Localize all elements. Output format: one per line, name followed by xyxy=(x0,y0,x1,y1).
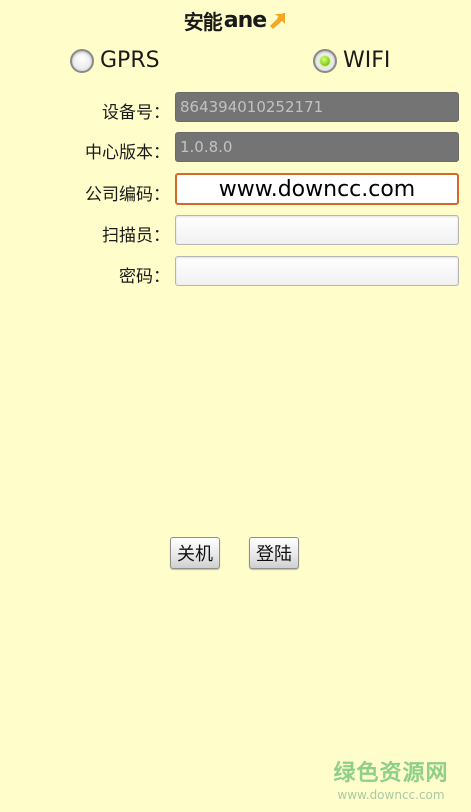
login-button[interactable]: 登陆 xyxy=(249,537,299,569)
scanner-row: 扫描员： xyxy=(0,215,471,247)
device-number-label: 设备号： xyxy=(102,103,170,123)
network-mode-group: GPRS WIFI xyxy=(0,48,471,80)
watermark: 绿色资源网 www.downcc.com xyxy=(331,755,451,802)
company-code-row: 公司编码： www.downcc.com xyxy=(0,173,471,206)
watermark-title: 绿色资源网 xyxy=(333,761,449,786)
radio-gprs-label: GPRS xyxy=(100,48,160,73)
password-input[interactable] xyxy=(175,256,459,286)
radio-wifi-label: WIFI xyxy=(343,48,391,73)
watermark-url: www.downcc.com xyxy=(337,788,445,802)
logo-text-cn: 安能 xyxy=(183,10,223,34)
scanner-label: 扫描员： xyxy=(102,226,170,246)
radio-unchecked-icon xyxy=(70,48,94,73)
center-version-label: 中心版本： xyxy=(85,143,170,163)
scanner-input[interactable] xyxy=(175,215,459,245)
radio-dot xyxy=(320,55,330,66)
device-number-row: 设备号： 864394010252171 xyxy=(0,92,471,124)
logo-text-en: ane xyxy=(223,7,267,33)
device-number-field: 864394010252171 xyxy=(175,92,459,122)
password-label: 密码： xyxy=(119,267,170,287)
radio-gprs[interactable]: GPRS xyxy=(70,48,160,73)
app-logo: 安能 ane xyxy=(0,6,471,35)
shutdown-button[interactable]: 关机 xyxy=(170,537,220,569)
company-code-input[interactable]: www.downcc.com xyxy=(175,173,459,205)
radio-wifi[interactable]: WIFI xyxy=(313,48,390,73)
company-code-label: 公司编码： xyxy=(85,185,170,205)
center-version-row: 中心版本： 1.0.8.0 xyxy=(0,132,471,164)
center-version-field: 1.0.8.0 xyxy=(175,132,459,162)
radio-checked-icon xyxy=(313,48,337,73)
logo-arrow-icon xyxy=(270,12,286,29)
password-row: 密码： xyxy=(0,256,471,288)
